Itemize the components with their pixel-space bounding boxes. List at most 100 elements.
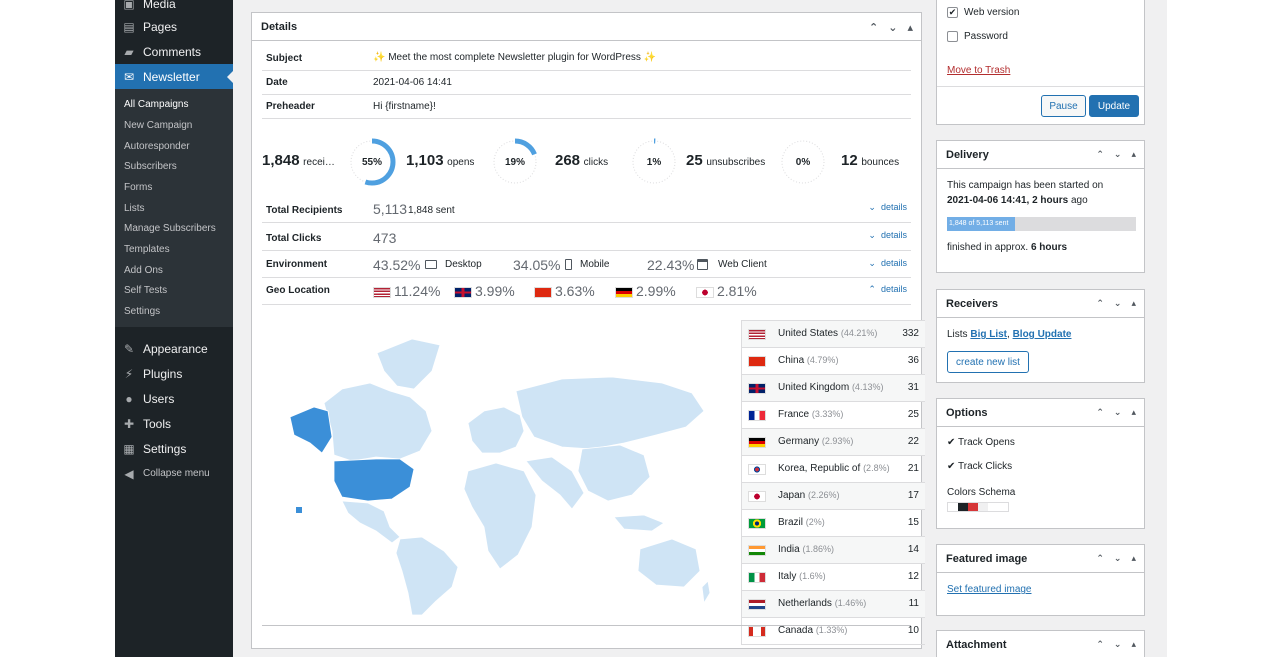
move-down-icon[interactable]: ⌄ bbox=[1114, 407, 1122, 418]
move-up-icon[interactable]: ⌃ bbox=[1096, 639, 1104, 650]
sidebar-item-users[interactable]: ● Users bbox=[115, 386, 233, 411]
move-up-icon[interactable]: ⌃ bbox=[869, 21, 878, 34]
toggle-panel-icon[interactable]: ▴ bbox=[1131, 298, 1136, 309]
sidebar-item-tools[interactable]: ✚ Tools bbox=[115, 411, 233, 436]
mobile-pct: 34.05% bbox=[513, 257, 561, 273]
table-row: China (4.79%) 36 bbox=[742, 348, 925, 375]
de-flag bbox=[615, 286, 633, 298]
table-row: Korea, Republic of (2.8%) 21 bbox=[742, 456, 925, 483]
submenu-templates[interactable]: Templates bbox=[124, 244, 170, 255]
submenu-lists[interactable]: Lists bbox=[124, 203, 145, 214]
sidebar-item-label: Settings bbox=[143, 441, 187, 456]
bounce-rate-donut: 0% bbox=[778, 137, 828, 187]
sidebar-item-plugins[interactable]: ⚡ Plugins bbox=[115, 361, 233, 386]
desktop-pct: 43.52% bbox=[373, 257, 421, 273]
move-down-icon[interactable]: ⌄ bbox=[1114, 553, 1122, 564]
track-opens-option[interactable]: ✔ Track Opens bbox=[947, 437, 1015, 448]
sidebar-item-appearance[interactable]: ✎ Appearance bbox=[115, 336, 233, 361]
toggle-panel-icon[interactable]: ▴ bbox=[1131, 407, 1136, 418]
geo-us: 11.24% bbox=[373, 283, 440, 299]
sidebar-item-label: Newsletter bbox=[143, 69, 200, 84]
submenu-subscribers[interactable]: Subscribers bbox=[124, 161, 177, 172]
set-featured-image-link[interactable]: Set featured image bbox=[947, 584, 1032, 595]
total-recipients-value: 5,113 bbox=[373, 201, 407, 217]
fr-flag bbox=[748, 410, 766, 421]
sidebar-item-comments[interactable]: ▰ Comments bbox=[115, 39, 233, 64]
move-down-icon[interactable]: ⌄ bbox=[888, 21, 897, 34]
table-row: United States (44.21%) 332 bbox=[742, 321, 925, 348]
move-down-icon[interactable]: ⌄ bbox=[1114, 149, 1122, 160]
submenu-autoresponder[interactable]: Autoresponder bbox=[124, 141, 190, 152]
sidebar-item-pages[interactable]: ▤ Pages bbox=[115, 14, 233, 39]
comments-icon: ▰ bbox=[124, 44, 134, 59]
sliders-icon: ▦ bbox=[123, 441, 135, 456]
toggle-panel-icon[interactable]: ▴ bbox=[1131, 553, 1136, 564]
collapse-menu-button[interactable]: ◀ Collapse menu bbox=[115, 461, 233, 486]
blog-update-link[interactable]: Blog Update bbox=[1013, 329, 1072, 340]
color-swatch bbox=[988, 503, 998, 511]
clicks-stat: 268 clicks bbox=[555, 152, 609, 169]
toggle-panel-icon[interactable]: ▴ bbox=[1131, 639, 1136, 650]
toggle-panel-icon[interactable]: ▴ bbox=[907, 21, 913, 34]
submenu-manage-subscribers[interactable]: Manage Subscribers bbox=[124, 223, 216, 234]
submenu-add-ons[interactable]: Add Ons bbox=[124, 265, 163, 276]
submenu-settings[interactable]: Settings bbox=[124, 306, 160, 317]
color-swatch bbox=[968, 503, 978, 511]
pause-button[interactable]: Pause bbox=[1041, 95, 1086, 117]
table-row: United Kingdom (4.13%) 31 bbox=[742, 375, 925, 402]
sidebar-item-label: Plugins bbox=[143, 366, 183, 381]
submenu-new-campaign[interactable]: New Campaign bbox=[124, 120, 192, 131]
update-button[interactable]: Update bbox=[1089, 95, 1139, 117]
track-clicks-option[interactable]: ✔ Track Clicks bbox=[947, 461, 1012, 472]
attachment-box-header: Attachment ⌃ ⌄ ▴ bbox=[946, 639, 1136, 651]
details-box: Details ⌃ ⌄ ▴ Subject ✨ Meet the most comp… bbox=[251, 12, 925, 649]
move-down-icon[interactable]: ⌄ bbox=[1114, 298, 1122, 309]
submenu-forms[interactable]: Forms bbox=[124, 182, 152, 193]
move-to-trash-link[interactable]: Move to Trash bbox=[947, 65, 1010, 76]
sidebar-item-newsletter[interactable]: ✉ Newsletter bbox=[115, 64, 234, 89]
map-china bbox=[577, 444, 651, 502]
preheader-row: Preheader Hi {firstname}! bbox=[262, 95, 911, 119]
big-list-link[interactable]: Big List bbox=[970, 329, 1007, 340]
move-up-icon[interactable]: ⌃ bbox=[1096, 407, 1104, 418]
desktop-icon bbox=[425, 259, 437, 269]
details-title: Details bbox=[261, 20, 298, 33]
geo-details-link[interactable]: ⌃ details bbox=[868, 284, 907, 295]
move-up-icon[interactable]: ⌃ bbox=[1096, 553, 1104, 564]
pages-icon: ▤ bbox=[123, 19, 135, 34]
table-row: Italy (1.6%) 12 bbox=[742, 564, 925, 591]
nl-flag bbox=[748, 599, 766, 610]
map-united-states bbox=[333, 458, 415, 502]
sidebar-item-settings[interactable]: ▦ Settings bbox=[115, 436, 233, 461]
publish-divider bbox=[937, 86, 1144, 87]
color-swatch bbox=[948, 503, 958, 511]
total-clicks-label: Total Clicks bbox=[266, 233, 322, 244]
web-version-checkbox[interactable]: ✔ bbox=[947, 7, 958, 18]
toggle-panel-icon[interactable]: ▴ bbox=[1131, 149, 1136, 160]
create-new-list-button[interactable]: create new list bbox=[947, 351, 1029, 373]
environment-details-link[interactable]: ⌄ details bbox=[868, 258, 907, 269]
details-box-header: Details ⌃ ⌄ ▴ bbox=[252, 13, 921, 41]
move-up-icon[interactable]: ⌃ bbox=[1096, 298, 1104, 309]
submenu-self-tests[interactable]: Self Tests bbox=[124, 285, 167, 296]
checkmark-icon: ✔ bbox=[947, 437, 956, 448]
geo-uk: 3.99% bbox=[454, 283, 515, 299]
receivers-lists: Lists Big List, Blog Update bbox=[947, 329, 1072, 340]
jp-flag bbox=[748, 491, 766, 502]
geo-cn: 3.63% bbox=[534, 283, 595, 299]
recipients-details-link[interactable]: ⌄ details bbox=[868, 202, 907, 213]
wrench-icon: ✚ bbox=[123, 416, 135, 431]
move-up-icon[interactable]: ⌃ bbox=[1096, 149, 1104, 160]
environment-row: Environment 43.52% Desktop 34.05% Mobile… bbox=[262, 251, 911, 278]
unsubscribe-rate-donut: 1% bbox=[629, 137, 679, 187]
geo-de: 2.99% bbox=[615, 283, 676, 299]
clicks-details-link[interactable]: ⌄ details bbox=[868, 230, 907, 241]
move-down-icon[interactable]: ⌄ bbox=[1114, 639, 1122, 650]
delivery-progress-fill: 1,848 of 5,113 sent bbox=[947, 217, 1016, 231]
colors-schema-swatches[interactable] bbox=[947, 502, 1009, 512]
unsubscribes-stat: 25 unsubscribes bbox=[686, 152, 766, 169]
total-recipients-row: Total Recipients 5,113 1,848 sent ⌄ deta… bbox=[262, 198, 911, 223]
bounce-rate-label: 0% bbox=[795, 156, 811, 168]
password-checkbox[interactable] bbox=[947, 31, 958, 42]
submenu-all-campaigns[interactable]: All Campaigns bbox=[124, 99, 188, 110]
